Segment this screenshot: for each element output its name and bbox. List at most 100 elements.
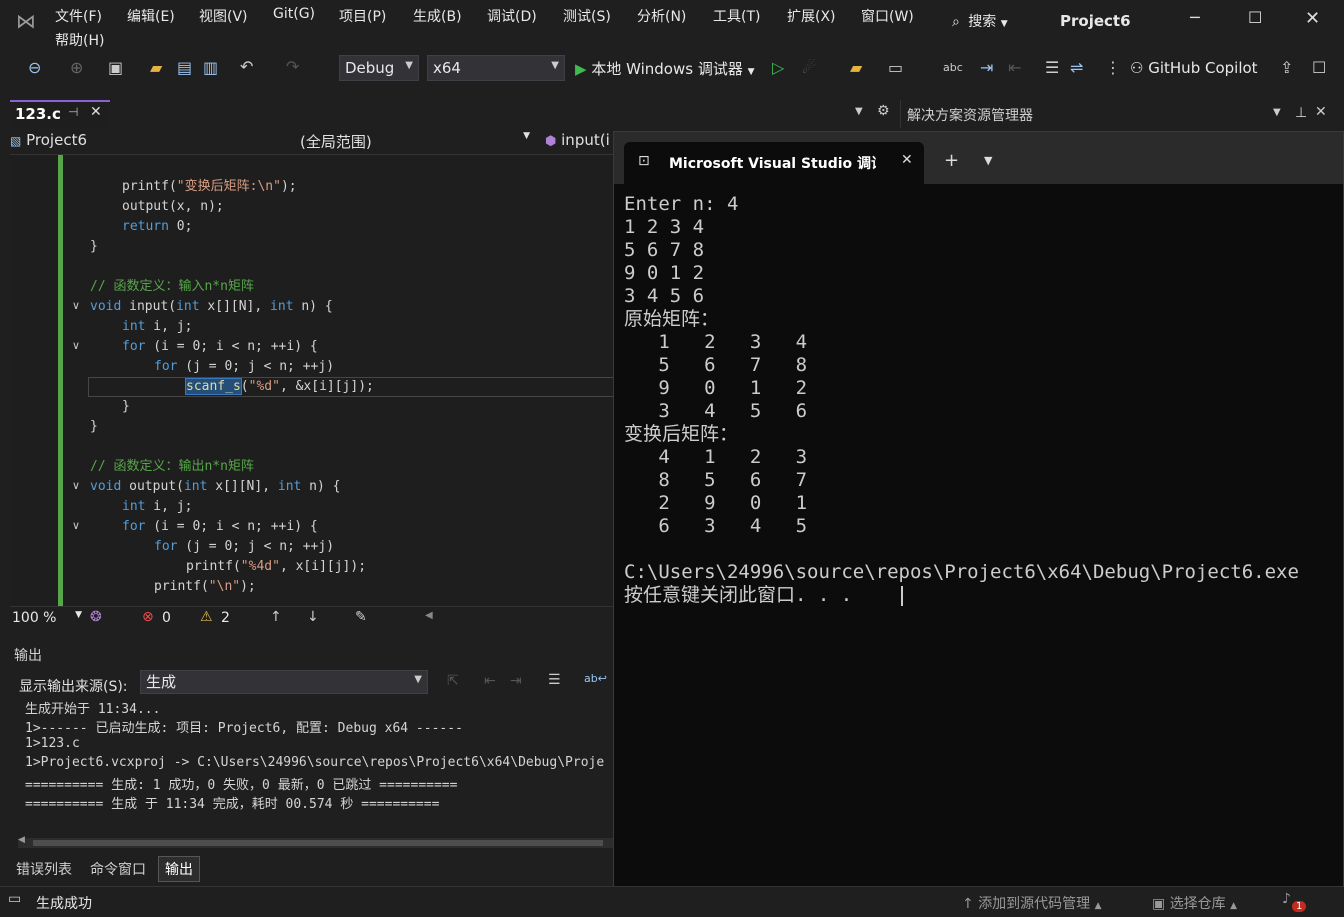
menu-item[interactable]: 分析(N) — [637, 6, 686, 26]
code-line: } — [90, 237, 98, 257]
redo-icon[interactable]: ↷ — [286, 57, 299, 77]
save-icon[interactable]: ▤ — [177, 58, 192, 78]
cube-icon: ⬢ — [545, 134, 557, 149]
spellcheck-icon[interactable]: abc — [943, 58, 963, 78]
undo-icon[interactable]: ↶ — [240, 57, 253, 77]
arrow-down-icon[interactable]: ↓ — [307, 609, 319, 625]
notifications-button[interactable]: ♪ 1 — [1282, 891, 1307, 912]
output-source-select[interactable]: 生成 ▼ — [140, 670, 428, 694]
close-tab-icon[interactable]: ✕ — [90, 104, 102, 120]
warning-icon[interactable]: ⚠ — [200, 609, 213, 625]
uncomment-icon[interactable]: ⇌ — [1070, 58, 1083, 78]
tab-error-list[interactable]: 错误列表 — [16, 859, 72, 879]
code-token: x[][N], — [199, 299, 271, 314]
menu-item[interactable]: 文件(F) — [55, 6, 102, 26]
maximize-button[interactable]: ☐ — [1248, 8, 1262, 27]
output-horizontal-scrollbar[interactable]: ◀ — [18, 835, 613, 848]
menu-item[interactable]: 项目(P) — [339, 6, 386, 26]
clear-all-icon[interactable]: ☰ — [548, 672, 561, 688]
intellicode-icon[interactable]: ❂ — [90, 609, 102, 625]
console-line: 3 4 5 6 — [624, 285, 705, 307]
scrollbar-thumb[interactable] — [33, 840, 603, 846]
menu-item[interactable]: 工具(T) — [713, 6, 760, 26]
folder-icon[interactable]: ▰ — [850, 58, 862, 78]
chevron-down-icon[interactable]: ▼ — [984, 154, 992, 167]
save-all-icon[interactable]: ▥ — [203, 58, 218, 78]
chevron-down-icon[interactable]: ▼ — [1273, 107, 1281, 118]
brush-icon[interactable]: ✎ — [355, 609, 367, 625]
current-line-highlight — [88, 377, 613, 397]
share-icon[interactable]: ⇪ — [1280, 58, 1293, 78]
menu-item[interactable]: 窗口(W) — [861, 6, 914, 26]
arrow-up-icon[interactable]: ↑ — [270, 609, 282, 625]
menu-item[interactable]: 编辑(E) — [127, 6, 175, 26]
code-token: int — [122, 319, 146, 334]
search-box[interactable]: ⌕ 搜索 ▼ — [952, 11, 1008, 33]
start-without-debug-icon[interactable]: ▷ — [772, 58, 784, 78]
fold-chevron-icon[interactable]: ∨ — [72, 479, 80, 492]
doc-tab-123c[interactable]: 123.c ⊣ ✕ — [10, 100, 110, 127]
project-dropdown[interactable]: ▧ Project6 — [10, 131, 272, 149]
menu-item[interactable]: Git(G) — [273, 6, 315, 22]
code-line: printf("\n"); — [90, 577, 256, 597]
menu-item[interactable]: 视图(V) — [199, 6, 248, 26]
menu-item[interactable]: 扩展(X) — [787, 6, 836, 26]
fold-chevron-icon[interactable]: ∨ — [72, 299, 80, 312]
fold-chevron-icon[interactable]: ∨ — [72, 519, 80, 532]
platform-select[interactable]: x64 ▼ — [427, 55, 565, 81]
word-wrap-icon[interactable]: ab↩ — [584, 672, 607, 685]
minimize-button[interactable]: ─ — [1190, 8, 1200, 27]
error-icon[interactable]: ⊗ — [142, 609, 154, 625]
select-repo-button[interactable]: ▣ 选择仓库 ▲ — [1152, 893, 1237, 913]
zoom-select[interactable]: 100 % ▼ — [12, 610, 84, 626]
member-dropdown[interactable]: ⬢ input(i — [545, 131, 613, 149]
outdent-icon[interactable]: ⇤ — [1008, 58, 1021, 78]
prev-message-icon[interactable]: ⇤ — [484, 673, 496, 689]
hot-reload-icon[interactable]: ☄ — [802, 58, 816, 78]
scope-dropdown[interactable]: (全局范围) ▼ — [300, 131, 530, 152]
close-button[interactable]: ✕ — [1305, 8, 1320, 29]
layout-icon[interactable]: ▭ — [888, 58, 903, 78]
indent-icon[interactable]: ⇥ — [980, 58, 993, 78]
start-debug-button[interactable]: ▶ 本地 Windows 调试器 ▼ — [575, 58, 755, 79]
config-select[interactable]: Debug ▼ — [339, 55, 419, 81]
back-icon[interactable]: ⊖ — [28, 58, 41, 78]
copilot-button[interactable]: ⚇ GitHub Copilot — [1130, 59, 1258, 77]
console-line: 按任意键关闭此窗口. . . — [624, 584, 853, 606]
search-label: 搜索 — [968, 14, 997, 30]
bell-icon: ♪ — [1282, 891, 1291, 907]
pin-icon[interactable]: ⊣ — [68, 105, 78, 119]
tab-list-dropdown-icon[interactable]: ▼ — [855, 106, 863, 117]
open-folder-icon[interactable]: ▰ — [150, 58, 162, 78]
tab-output[interactable]: 输出 — [158, 856, 200, 882]
forward-icon[interactable]: ⊕ — [70, 58, 83, 78]
close-tab-icon[interactable]: ✕ — [901, 152, 913, 168]
tab-command-window[interactable]: 命令窗口 — [90, 859, 146, 879]
fold-chevron-icon[interactable]: ∨ — [72, 339, 80, 352]
output-source-value: 生成 — [146, 673, 177, 691]
menu-item[interactable]: 生成(B) — [413, 6, 462, 26]
console-line: C:\Users\24996\source\repos\Project6\x64… — [624, 561, 1299, 583]
code-line: } — [90, 397, 130, 417]
settings-gear-icon[interactable]: ⚙ — [877, 103, 890, 119]
code-editor[interactable]: ▧ Project6 (全局范围) ▼ ⬢ input(i printf("变换… — [10, 127, 613, 606]
new-item-icon[interactable]: ▣ — [108, 58, 123, 78]
menu-item[interactable]: 调试(D) — [487, 6, 537, 26]
new-tab-icon[interactable]: + — [944, 150, 959, 171]
toolbar: ⊖ ⊕ ▣ ▰ ▤ ▥ ↶ ↷ Debug ▼ x64 ▼ ▶ 本地 Windows… — [0, 52, 1344, 86]
member-dropdown-value: input(i — [561, 131, 610, 149]
console-tab[interactable]: ⊡ Microsoft Visual Studio 调试控 ✕ — [624, 142, 924, 184]
scroll-left-icon[interactable]: ◀ — [425, 610, 433, 621]
comment-icon[interactable]: ☰ — [1045, 58, 1059, 78]
close-icon[interactable]: ✕ — [1315, 104, 1327, 120]
menu-help[interactable]: 帮助(H) — [55, 30, 104, 50]
next-message-icon[interactable]: ⇥ — [510, 673, 522, 689]
overflow-icon[interactable]: ⋮ — [1105, 58, 1121, 78]
menu-item[interactable]: 测试(S) — [563, 6, 611, 26]
find-message-icon[interactable]: ⇱ — [447, 673, 459, 689]
pin-icon[interactable]: ⊥ — [1295, 105, 1307, 121]
feedback-icon[interactable]: ☐ — [1312, 58, 1326, 78]
debug-console-window[interactable]: ⊡ Microsoft Visual Studio 调试控 ✕ + ▼ Ente… — [613, 131, 1344, 892]
output-line: ========== 生成: 1 成功，0 失败，0 最新，0 已跳过 ====… — [25, 778, 458, 793]
add-source-control-button[interactable]: ↑ 添加到源代码管理 ▲ — [962, 893, 1102, 913]
